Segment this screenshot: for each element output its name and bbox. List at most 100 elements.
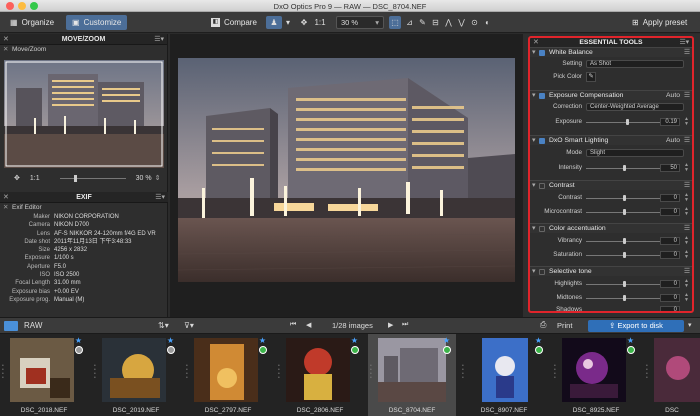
exif-value[interactable]: 4256 x 2832 [54, 246, 168, 254]
thumbnail-item-selected[interactable]: • • • • ★ DSC_8704.NEF [368, 334, 456, 416]
exposure-toggle[interactable] [539, 93, 545, 99]
saturation-slider[interactable] [586, 252, 662, 258]
collapse-triangle-icon[interactable]: ▾ [532, 267, 535, 277]
smart-lighting-toggle[interactable] [539, 138, 545, 144]
intensity-slider[interactable] [586, 165, 662, 171]
close-icon[interactable]: ✕ [3, 34, 9, 45]
intensity-value[interactable]: 50 [660, 164, 680, 172]
star-icon[interactable]: ★ [75, 336, 82, 345]
auto-button[interactable]: Auto [666, 91, 680, 101]
midtones-slider[interactable] [586, 295, 662, 301]
filter-icon[interactable]: ⊽▾ [184, 321, 194, 330]
zoom-select[interactable]: 30 % ▾ [336, 16, 384, 29]
first-image-icon[interactable]: ⏮ [290, 321, 296, 329]
slider-knob[interactable] [73, 174, 77, 182]
perspective-tool-icon[interactable]: ⋀ [443, 16, 454, 29]
star-icon[interactable]: ★ [167, 336, 174, 345]
main-photo[interactable] [178, 58, 515, 282]
contrast-value[interactable]: 0 [660, 194, 680, 202]
before-after-icon[interactable]: ◐ [482, 16, 493, 29]
horizon-tool-icon[interactable]: ⊟ [430, 16, 441, 29]
eyedropper-icon[interactable]: ✎ [586, 72, 596, 82]
slider-knob[interactable] [623, 281, 626, 287]
section-menu-icon[interactable]: ☰ [684, 224, 690, 234]
next-image-icon[interactable]: ▶ [388, 321, 393, 329]
collapse-triangle-icon[interactable]: ▾ [532, 48, 535, 58]
nav-zoom-slider[interactable] [59, 174, 126, 182]
saturation-value[interactable]: 0 [660, 251, 680, 259]
red-eye-tool-icon[interactable]: ⊙ [469, 16, 480, 29]
apply-preset-button[interactable]: ⊞ Apply preset [626, 15, 693, 30]
eyedropper-tool-icon[interactable]: ✎ [417, 16, 428, 29]
chevron-down-icon[interactable]: ▾ [688, 321, 692, 329]
collapse-triangle-icon[interactable]: ▾ [532, 136, 535, 146]
exif-value[interactable]: AF-S NIKKOR 24-120mm f/4G ED VR [54, 230, 168, 238]
sort-icon[interactable]: ⇅▾ [158, 321, 169, 330]
stepper-icon[interactable]: ▲ ▼ [684, 163, 689, 173]
stepper-icon[interactable]: ▲ ▼ [684, 207, 689, 217]
collapse-triangle-icon[interactable]: ▾ [532, 224, 535, 234]
customize-tab[interactable]: ▣ Customize [66, 15, 128, 30]
collapse-triangle-icon[interactable]: ▾ [532, 181, 535, 191]
stepper-icon[interactable]: ▲ ▼ [684, 250, 689, 260]
compare-button[interactable]: ◧ Compare [205, 15, 263, 30]
midtones-value[interactable]: 0 [660, 294, 680, 302]
collapse-triangle-icon[interactable]: ▾ [532, 91, 535, 101]
previous-image-icon[interactable]: ◀ [306, 321, 311, 329]
highlights-value[interactable]: 0 [660, 280, 680, 288]
thumbnail-item[interactable]: • • • • ★ DSC_2806.NEF [276, 334, 364, 416]
exif-value[interactable]: NIKON CORPORATION [54, 213, 168, 221]
exif-value[interactable]: F5.0 [54, 263, 168, 271]
exposure-section[interactable]: ▾ Exposure Compensation Auto ☰ [530, 90, 692, 100]
move-icon[interactable]: ✥ [14, 174, 20, 182]
stepper-icon[interactable]: ▲ ▼ [684, 293, 689, 303]
exif-value[interactable]: 2011年11月13日 下午3:48:33 [54, 238, 168, 246]
selective-tone-toggle[interactable] [539, 269, 545, 275]
star-icon[interactable]: ★ [259, 336, 266, 345]
stepper-icon[interactable]: ▲ ▼ [684, 279, 689, 289]
exif-value[interactable]: NIKON D700 [54, 221, 168, 229]
color-accentuation-section[interactable]: ▾ Color accentuation ☰ [530, 223, 692, 233]
retouch-tool-icon[interactable]: ⋁ [456, 16, 467, 29]
contrast-slider[interactable] [586, 195, 662, 201]
shadows-value[interactable]: 0 [660, 306, 680, 313]
single-view-button[interactable]: ♟ [266, 16, 282, 29]
highlights-slider[interactable] [586, 281, 662, 287]
panel-menu-icon[interactable]: ☰▾ [154, 34, 164, 45]
color-accentuation-toggle[interactable] [539, 226, 545, 232]
section-menu-icon[interactable]: ☰ [684, 91, 690, 101]
exposure-value[interactable]: 0.19 [660, 118, 680, 126]
slider-knob[interactable] [623, 165, 626, 171]
straighten-tool-icon[interactable]: ⊿ [404, 16, 415, 29]
star-icon[interactable]: ★ [535, 336, 542, 345]
thumbnail-item[interactable]: • • • • ★ DSC_2019.NEF [92, 334, 180, 416]
white-balance-section[interactable]: ▾ White Balance ☰ [530, 47, 692, 57]
thumbnail-item[interactable]: • • • • DSC [644, 334, 700, 416]
star-icon[interactable]: ★ [443, 336, 450, 345]
vibrancy-slider[interactable] [586, 238, 662, 244]
auto-button[interactable]: Auto [666, 136, 680, 146]
slider-knob[interactable] [623, 252, 626, 258]
thumbnail-item[interactable]: • • • • ★ DSC_2018.NEF [0, 334, 88, 416]
slider-knob[interactable] [623, 195, 626, 201]
exif-value[interactable]: +0.00 EV [54, 288, 168, 296]
exif-value[interactable]: 1/100 s [54, 254, 168, 262]
last-image-icon[interactable]: ⏭ [402, 321, 408, 329]
stepper-icon[interactable]: ▲ ▼ [684, 193, 689, 203]
exposure-slider[interactable] [586, 119, 662, 125]
section-menu-icon[interactable]: ☰ [684, 181, 690, 191]
contrast-section[interactable]: ▾ Contrast ☰ [530, 180, 692, 190]
vibrancy-value[interactable]: 0 [660, 237, 680, 245]
slider-knob[interactable] [626, 119, 629, 125]
print-button[interactable]: Print [557, 321, 572, 330]
exif-value[interactable]: Manual (M) [54, 296, 168, 304]
image-viewer[interactable] [170, 34, 523, 317]
close-icon[interactable]: ✕ [3, 203, 8, 213]
exif-value[interactable]: ISO 2500 [54, 271, 168, 279]
thumbnail-item[interactable]: • • • • ★ DSC_8907.NEF [460, 334, 548, 416]
slider-knob[interactable] [623, 209, 626, 215]
thumbnail-item[interactable]: • • • • ★ DSC_8925.NEF [552, 334, 640, 416]
section-menu-icon[interactable]: ☰ [684, 48, 690, 58]
correction-select[interactable]: Center-Weighted Average [586, 103, 684, 111]
selective-tone-section[interactable]: ▾ Selective tone ☰ [530, 266, 692, 276]
